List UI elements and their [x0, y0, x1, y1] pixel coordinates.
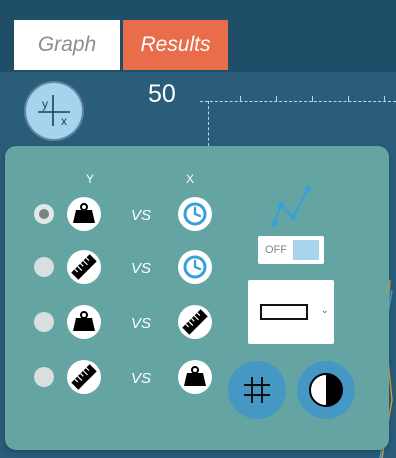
- axis-select-button[interactable]: y x: [26, 83, 82, 139]
- tick-mark: [384, 96, 385, 102]
- tick-mark: [276, 96, 277, 102]
- weight-icon: [67, 305, 101, 339]
- contrast-icon: [309, 373, 343, 407]
- weight-icon: [178, 360, 212, 394]
- axis-xy-icon: y x: [38, 95, 70, 128]
- tick-mark: [312, 96, 313, 102]
- grid-button[interactable]: [228, 361, 286, 419]
- y-column-header: Y: [86, 172, 95, 186]
- vs-label: VS: [131, 370, 152, 387]
- axis-option-radio-3[interactable]: [34, 312, 54, 332]
- tick-mark: [240, 96, 241, 102]
- gridline: [200, 101, 396, 102]
- marker-style-dropdown[interactable]: ⌄: [248, 280, 334, 344]
- axis-option-radio-4[interactable]: [34, 367, 54, 387]
- y-axis-line: [208, 101, 209, 146]
- vs-label: VS: [131, 207, 152, 224]
- axis-icon-x-label: x: [61, 114, 67, 128]
- vs-label: VS: [131, 260, 152, 277]
- y-tick-label: 50: [148, 80, 176, 108]
- line-toggle[interactable]: OFF: [258, 236, 324, 264]
- vs-label: VS: [131, 315, 152, 332]
- connected-points-icon[interactable]: [266, 184, 316, 230]
- axis-option-radio-2[interactable]: [34, 257, 54, 277]
- toggle-label: OFF: [265, 244, 287, 256]
- axis-icon-y-label: y: [42, 97, 48, 111]
- ruler-icon: [67, 360, 101, 394]
- rectangle-marker-icon: [260, 304, 308, 320]
- tab-graph[interactable]: Graph: [14, 20, 120, 70]
- grid-icon: [244, 377, 270, 403]
- contrast-button[interactable]: [297, 361, 355, 419]
- toggle-knob: [293, 240, 319, 260]
- clock-icon: [178, 197, 212, 231]
- x-column-header: X: [186, 172, 195, 186]
- ruler-icon: [67, 250, 101, 284]
- clock-icon: [178, 250, 212, 284]
- chevron-down-icon: ⌄: [321, 305, 329, 315]
- axis-option-radio-1[interactable]: [34, 204, 54, 224]
- ruler-icon: [178, 305, 212, 339]
- tab-results[interactable]: Results: [123, 20, 228, 70]
- tick-mark: [348, 96, 349, 102]
- weight-icon: [67, 197, 101, 231]
